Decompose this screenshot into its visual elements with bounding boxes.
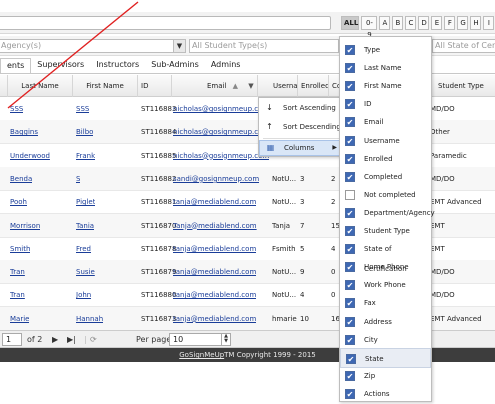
annotation-arrow-line [7,1,139,109]
